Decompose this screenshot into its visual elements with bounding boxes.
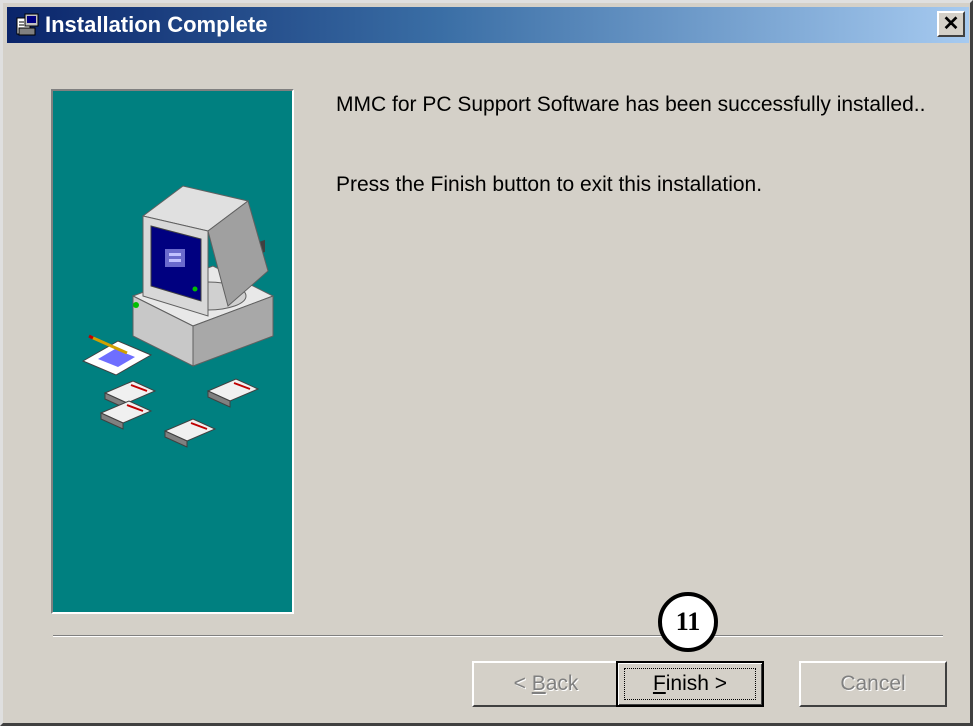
step-callout-badge: 11 xyxy=(658,592,718,652)
finish-button[interactable]: Finish > xyxy=(616,661,764,707)
window-title: Installation Complete xyxy=(45,12,268,37)
cancel-button[interactable]: Cancel xyxy=(799,661,947,707)
instruction-message: Press the Finish button to exit this ins… xyxy=(336,173,763,196)
computer-illustration xyxy=(81,185,275,448)
success-message: MMC for PC Support Software has been suc… xyxy=(336,93,926,116)
title-bar[interactable]: Installation Complete ✕ xyxy=(7,7,969,43)
setup-app-icon xyxy=(16,13,39,36)
installer-dialog: Installation Complete ✕ MMC for PC Suppo… xyxy=(0,0,973,726)
notepad-icon xyxy=(81,334,153,376)
separator-line xyxy=(53,635,943,637)
side-illustration-panel xyxy=(51,89,294,614)
close-icon: ✕ xyxy=(942,13,960,35)
close-button[interactable]: ✕ xyxy=(937,11,965,37)
floppy-disk-icon xyxy=(99,378,260,448)
back-button[interactable]: < Back xyxy=(472,661,620,707)
